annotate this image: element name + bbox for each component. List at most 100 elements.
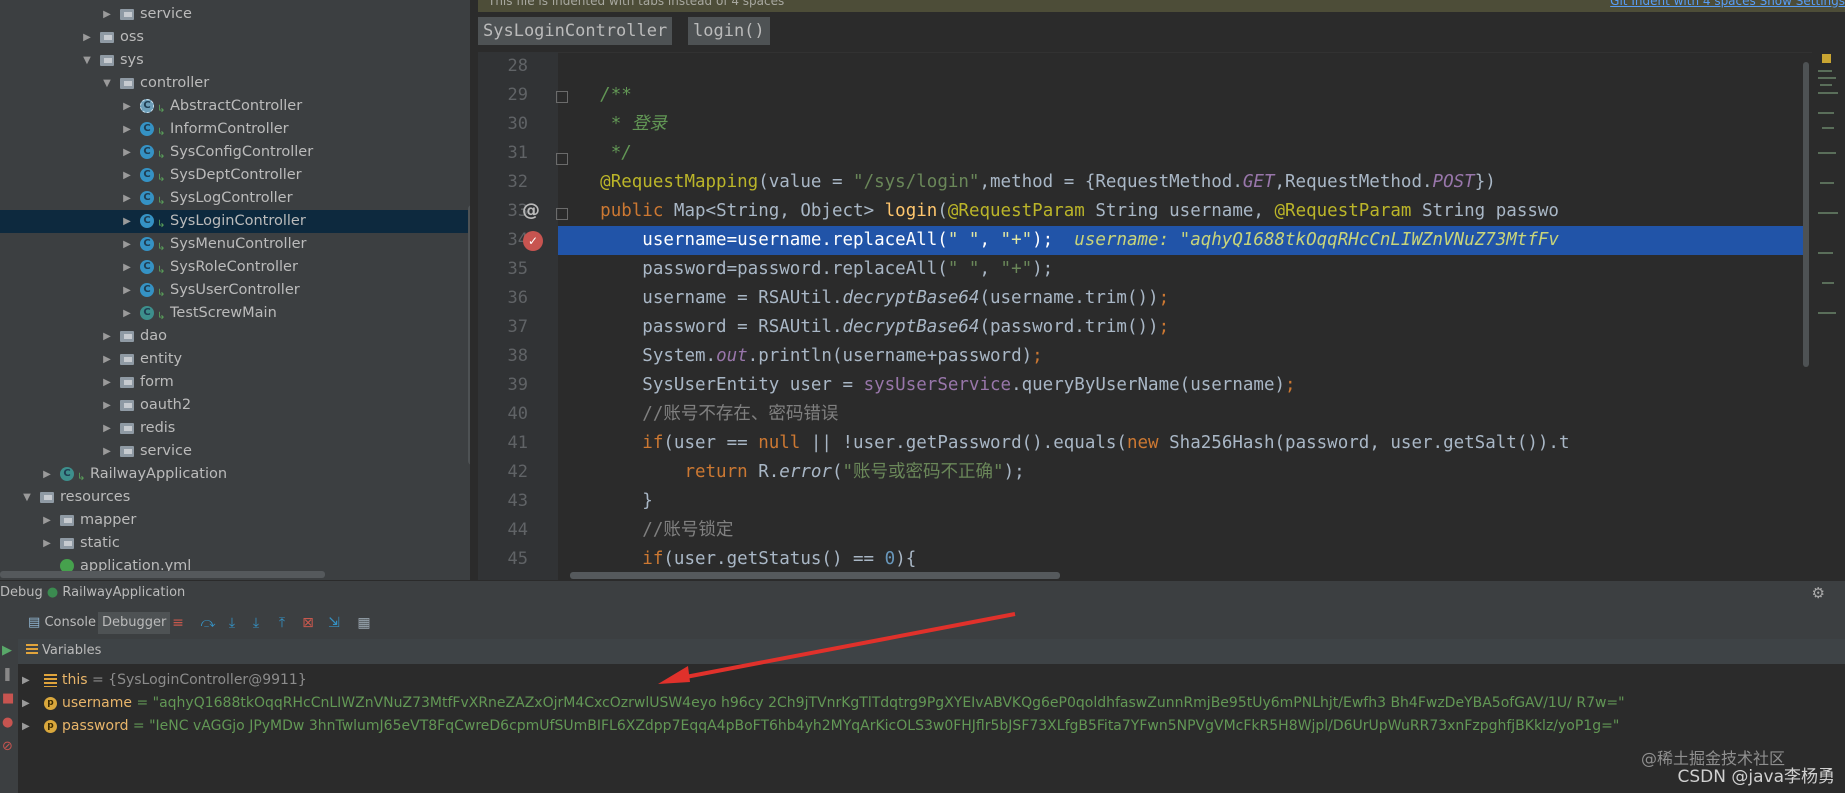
project-tree-scrollbar[interactable] (468, 205, 470, 465)
chevron-down-icon[interactable]: ▼ (100, 72, 114, 95)
line-number[interactable]: 45 (478, 549, 528, 569)
chevron-right-icon[interactable]: ▶ (100, 417, 114, 440)
chevron-right-icon[interactable]: ▶ (80, 26, 94, 49)
chevron-right-icon[interactable]: ▶ (100, 348, 114, 371)
chevron-right-icon[interactable]: ▶ (100, 394, 114, 417)
code-area[interactable]: /** * 登录 */ @RequestMapping(value = "/sy… (558, 52, 1809, 580)
chevron-right-icon[interactable]: ▶ (120, 302, 134, 325)
step-over-icon[interactable]: ⤼ (200, 615, 216, 631)
drop-frame-icon[interactable]: ⊠ (300, 615, 316, 631)
gear-icon[interactable]: ⚙ (1812, 584, 1825, 602)
variable-row-password[interactable]: ▶ p password = "IeNC vAGGjo JPyMDw 3hnTw… (18, 715, 1845, 738)
chevron-down-icon[interactable]: ▼ (20, 486, 34, 509)
tree-item-entity[interactable]: ▶ entity (0, 348, 470, 371)
error-stripe-mark[interactable] (1822, 127, 1834, 129)
line-number[interactable]: 31 (478, 143, 528, 163)
tree-item-sysrolecontroller[interactable]: ▶ C ↳ SysRoleController (0, 256, 470, 279)
chevron-right-icon[interactable]: ▶ (120, 164, 134, 187)
breakpoint-icon[interactable]: ✓ (523, 231, 543, 251)
line-number[interactable]: 43 (478, 491, 528, 511)
resume-icon[interactable]: ▶ (2, 643, 12, 658)
breadcrumb-method[interactable]: login() (688, 17, 770, 45)
variable-row-username[interactable]: ▶ p username = "aqhyQ1688tkOqqRHcCnLIWZn… (18, 692, 1845, 715)
chevron-right-icon[interactable]: ▶ (100, 371, 114, 394)
tree-item-sysconfigcontroller[interactable]: ▶ C ↳ SysConfigController (0, 141, 470, 164)
tree-item-sysusercontroller[interactable]: ▶ C ↳ SysUserController (0, 279, 470, 302)
tree-item-redis[interactable]: ▶ redis (0, 417, 470, 440)
error-stripe-mark[interactable] (1818, 152, 1836, 154)
step-into-icon[interactable]: ⤓ (224, 615, 240, 631)
tree-item-testscrewmain[interactable]: ▶ C ↳ TestScrewMain (0, 302, 470, 325)
tree-item-oauth2[interactable]: ▶ oauth2 (0, 394, 470, 417)
line-number[interactable]: 33 (478, 201, 528, 221)
error-stripe-mark[interactable] (1820, 84, 1832, 86)
line-number[interactable]: 32 (478, 172, 528, 192)
breadcrumb-class[interactable]: SysLoginController (478, 17, 673, 45)
override-at-icon[interactable]: @ (522, 200, 540, 221)
chevron-right-icon[interactable]: ▶ (120, 187, 134, 210)
chevron-right-icon[interactable]: ▶ (120, 95, 134, 118)
line-number[interactable]: 37 (478, 317, 528, 337)
error-stripe[interactable] (1812, 52, 1845, 580)
tree-item-service[interactable]: ▶ service (0, 3, 470, 26)
view-breakpoints-icon[interactable]: ● (2, 715, 13, 730)
indent-notice-links[interactable]: Git Indent with 4 spaces Show Settings (1610, 0, 1845, 8)
tab-console[interactable]: ▤ Console (24, 612, 100, 634)
chevron-right-icon[interactable]: ▶ (120, 141, 134, 164)
line-number[interactable]: 30 (478, 114, 528, 134)
error-stripe-mark[interactable] (1820, 182, 1834, 184)
chevron-right-icon[interactable]: ▶ (120, 256, 134, 279)
line-number[interactable]: 41 (478, 433, 528, 453)
line-number[interactable]: 38 (478, 346, 528, 366)
line-number[interactable]: 28 (478, 56, 528, 76)
force-step-into-icon[interactable]: ⤓ (248, 615, 264, 631)
evaluate-expression-icon[interactable]: ▦ (356, 615, 372, 631)
expand-arrow-icon[interactable]: ▶ (22, 692, 30, 715)
line-number[interactable]: 44 (478, 520, 528, 540)
tree-item-controller[interactable]: ▼ controller (0, 72, 470, 95)
tree-item-railwayapplication[interactable]: ▶ C ↳ RailwayApplication (0, 463, 470, 486)
line-number[interactable]: 42 (478, 462, 528, 482)
show-execution-point-icon[interactable]: ≡ (170, 615, 186, 631)
run-to-cursor-icon[interactable]: ⇲ (326, 615, 342, 631)
tree-item-informcontroller[interactable]: ▶ C ↳ InformController (0, 118, 470, 141)
error-stripe-mark[interactable] (1818, 77, 1836, 79)
line-number[interactable]: 40 (478, 404, 528, 424)
tree-item-sysdeptcontroller[interactable]: ▶ C ↳ SysDeptController (0, 164, 470, 187)
chevron-right-icon[interactable]: ▶ (100, 325, 114, 348)
tree-item-dao[interactable]: ▶ dao (0, 325, 470, 348)
tree-item-service[interactable]: ▶ service (0, 440, 470, 463)
tree-item-static[interactable]: ▶ static (0, 532, 470, 555)
stop-icon[interactable]: ■ (2, 691, 14, 706)
expand-arrow-icon[interactable]: ▶ (22, 669, 30, 692)
run-config-name[interactable]: RailwayApplication (62, 585, 185, 600)
chevron-right-icon[interactable]: ▶ (120, 279, 134, 302)
inspection-status-icon[interactable] (1822, 54, 1831, 63)
error-stripe-mark[interactable] (1818, 70, 1832, 72)
tree-item-oss[interactable]: ▶ oss (0, 26, 470, 49)
chevron-right-icon[interactable]: ▶ (40, 532, 54, 555)
pause-icon[interactable]: ❚ (2, 667, 13, 682)
tree-item-mapper[interactable]: ▶ mapper (0, 509, 470, 532)
line-number[interactable]: 29 (478, 85, 528, 105)
line-number[interactable]: 39 (478, 375, 528, 395)
error-stripe-mark[interactable] (1818, 252, 1833, 254)
tree-item-abstractcontroller[interactable]: ▶ C ↳ AbstractController (0, 95, 470, 118)
tree-item-syslogincontroller[interactable]: ▶ C ↳ SysLoginController (0, 210, 470, 233)
line-number[interactable]: 36 (478, 288, 528, 308)
error-stripe-mark[interactable] (1818, 112, 1834, 114)
error-stripe-mark[interactable] (1818, 312, 1836, 314)
chevron-right-icon[interactable]: ▶ (100, 3, 114, 26)
tab-debugger[interactable]: Debugger (98, 612, 171, 634)
tree-item-form[interactable]: ▶ form (0, 371, 470, 394)
step-out-icon[interactable]: ⤒ (274, 615, 290, 631)
tree-item-sys[interactable]: ▼ sys (0, 49, 470, 72)
line-number[interactable]: 35 (478, 259, 528, 279)
mute-breakpoints-icon[interactable]: ⊘ (2, 739, 13, 754)
line-number[interactable]: 34 (478, 230, 528, 250)
chevron-right-icon[interactable]: ▶ (100, 440, 114, 463)
error-stripe-mark[interactable] (1822, 282, 1834, 284)
editor-horizontal-scrollbar[interactable] (570, 572, 1060, 579)
tree-item-sysmenucontroller[interactable]: ▶ C ↳ SysMenuController (0, 233, 470, 256)
chevron-right-icon[interactable]: ▶ (120, 233, 134, 256)
